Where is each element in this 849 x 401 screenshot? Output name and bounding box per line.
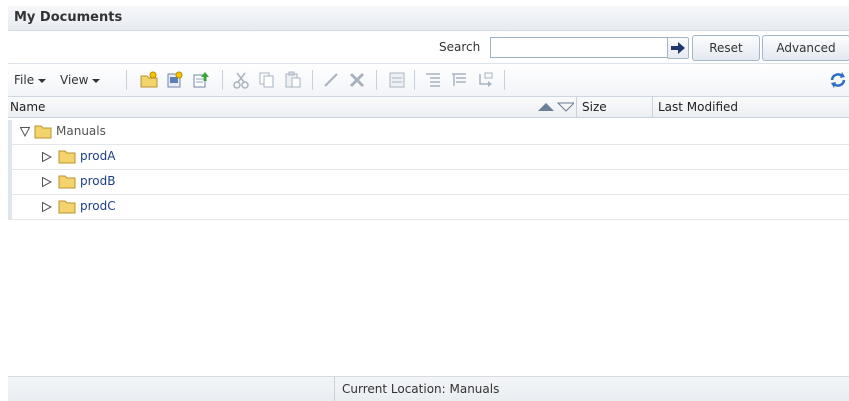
- folder-icon: [58, 150, 76, 164]
- refresh-icon[interactable]: [828, 70, 848, 90]
- table-row[interactable]: prodA: [8, 145, 849, 170]
- row-gutter: [8, 120, 12, 144]
- toolbar-separator: [222, 70, 223, 90]
- collapsed-triangle-icon[interactable]: [42, 152, 52, 162]
- column-separator[interactable]: [576, 97, 577, 117]
- folder-icon: [58, 200, 76, 214]
- column-separator[interactable]: [652, 97, 653, 117]
- current-location: Current Location: Manuals: [342, 382, 500, 396]
- file-menu-label: File: [14, 73, 35, 87]
- row-name[interactable]: prodB: [80, 174, 115, 188]
- sort-icon[interactable]: [538, 102, 574, 112]
- collapsed-triangle-icon[interactable]: [42, 202, 52, 212]
- status-bar: Current Location: Manuals: [8, 376, 849, 401]
- expand-all-icon[interactable]: [424, 71, 442, 89]
- table-row[interactable]: prodB: [8, 170, 849, 195]
- row-gutter: [8, 170, 12, 194]
- cut-icon[interactable]: [232, 71, 250, 89]
- copy-icon[interactable]: [258, 71, 276, 89]
- window-title-bar: My Documents: [8, 6, 849, 31]
- row-name[interactable]: prodC: [80, 199, 116, 213]
- table-header: Name Size Last Modified: [8, 97, 849, 118]
- window-title: My Documents: [14, 10, 123, 25]
- expanded-triangle-icon[interactable]: [20, 127, 30, 137]
- status-separator: [334, 377, 335, 401]
- row-gutter: [8, 145, 12, 169]
- toolbar-separator: [126, 70, 127, 90]
- column-header-name[interactable]: Name: [10, 100, 45, 114]
- row-name[interactable]: Manuals: [56, 124, 106, 138]
- edit-icon[interactable]: [322, 71, 340, 89]
- search-label: Search: [439, 40, 481, 54]
- row-name[interactable]: prodA: [80, 149, 115, 163]
- reset-button[interactable]: Reset: [692, 35, 760, 61]
- toolbar: File View: [8, 63, 849, 97]
- toolbar-separator: [504, 70, 505, 90]
- table-row[interactable]: Manuals: [8, 120, 849, 145]
- upload-icon[interactable]: [192, 71, 210, 89]
- paste-icon[interactable]: [284, 71, 302, 89]
- toolbar-separator: [376, 70, 377, 90]
- folder-icon: [58, 175, 76, 189]
- chevron-down-icon: [92, 78, 101, 83]
- search-bar: Search Reset Advanced: [8, 31, 849, 63]
- toolbar-separator: [414, 70, 415, 90]
- view-menu[interactable]: View: [60, 73, 101, 87]
- move-icon[interactable]: [476, 71, 494, 89]
- chevron-down-icon: [38, 78, 47, 83]
- search-input[interactable]: [490, 37, 670, 58]
- toolbar-separator: [312, 70, 313, 90]
- row-gutter: [8, 195, 12, 219]
- table-row[interactable]: prodC: [8, 195, 849, 220]
- column-header-size[interactable]: Size: [582, 100, 607, 114]
- collapse-all-icon[interactable]: [450, 71, 468, 89]
- folder-icon: [34, 125, 52, 139]
- delete-icon[interactable]: [348, 71, 366, 89]
- properties-icon[interactable]: [388, 71, 406, 89]
- collapsed-triangle-icon[interactable]: [42, 177, 52, 187]
- file-menu[interactable]: File: [14, 73, 47, 87]
- view-menu-label: View: [60, 73, 89, 87]
- arrow-right-icon: [671, 42, 685, 54]
- new-document-icon[interactable]: [166, 71, 184, 89]
- new-folder-icon[interactable]: [140, 71, 158, 89]
- column-header-last-modified[interactable]: Last Modified: [658, 100, 738, 114]
- search-go-button[interactable]: [667, 37, 689, 59]
- advanced-button[interactable]: Advanced: [762, 35, 849, 61]
